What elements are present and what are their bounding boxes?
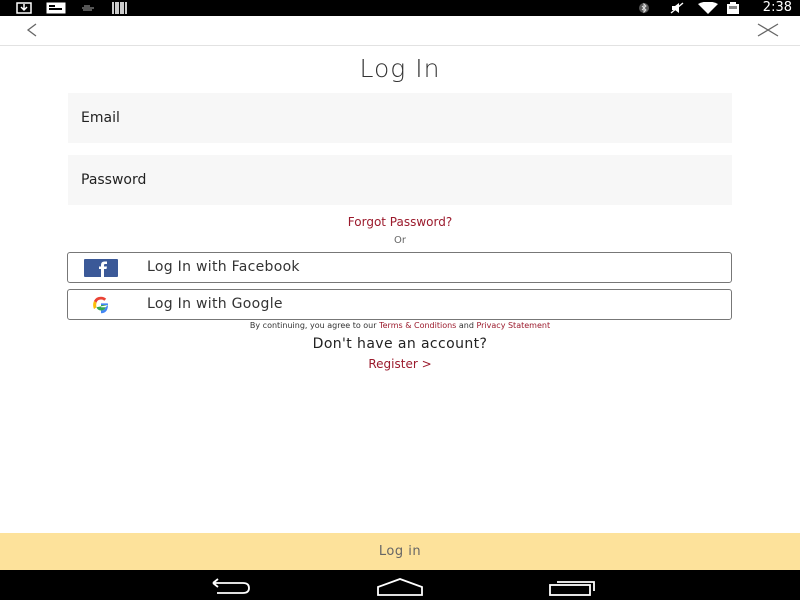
login-button[interactable]: Log in bbox=[0, 533, 800, 570]
status-time: 2:38 bbox=[762, 0, 792, 15]
back-arrow-icon bbox=[212, 578, 250, 594]
bluetooth-icon bbox=[639, 2, 649, 14]
navigation-bar bbox=[0, 570, 800, 600]
terms-link[interactable]: Terms & Conditions bbox=[379, 321, 456, 330]
wifi-icon bbox=[698, 2, 718, 14]
google-login-button[interactable]: Log In with Google bbox=[67, 289, 732, 320]
legal-and: and bbox=[456, 321, 477, 330]
status-bar: 2:38 bbox=[0, 0, 800, 16]
facebook-login-label: Log In with Facebook bbox=[147, 259, 300, 275]
battery-icon bbox=[727, 2, 739, 14]
home-icon bbox=[377, 578, 423, 596]
download-icon bbox=[16, 2, 32, 14]
status-bar-right: 2:38 bbox=[600, 0, 800, 16]
nav-home-button[interactable] bbox=[375, 575, 425, 597]
mute-icon bbox=[670, 2, 684, 14]
password-field[interactable] bbox=[68, 155, 732, 205]
google-login-label: Log In with Google bbox=[147, 296, 283, 312]
facebook-icon bbox=[84, 259, 118, 277]
google-icon bbox=[93, 296, 108, 314]
signal-dots-icon bbox=[82, 5, 94, 11]
or-divider: Or bbox=[394, 235, 406, 246]
chevron-left-icon bbox=[26, 23, 37, 37]
nav-recents-button[interactable] bbox=[547, 575, 597, 597]
no-account-text: Don't have an account? bbox=[312, 336, 488, 352]
barcode-icon bbox=[112, 2, 127, 14]
back-button[interactable] bbox=[24, 22, 40, 38]
nav-back-button[interactable] bbox=[205, 575, 255, 597]
top-bar bbox=[0, 16, 800, 46]
close-icon bbox=[757, 23, 779, 37]
facebook-login-button[interactable]: Log In with Facebook bbox=[67, 252, 732, 283]
legal-prefix: By continuing, you agree to our bbox=[249, 321, 380, 330]
forgot-password-link[interactable]: Forgot Password? bbox=[0, 215, 800, 229]
page-title: Log In bbox=[359, 54, 441, 83]
close-button[interactable] bbox=[756, 22, 780, 38]
message-icon bbox=[46, 2, 66, 14]
privacy-link[interactable]: Privacy Statement bbox=[476, 321, 550, 330]
legal-text: By continuing, you agree to our Terms & … bbox=[0, 321, 800, 330]
recents-icon bbox=[549, 581, 595, 596]
register-link[interactable]: Register > bbox=[0, 357, 800, 371]
email-field[interactable] bbox=[68, 93, 732, 143]
